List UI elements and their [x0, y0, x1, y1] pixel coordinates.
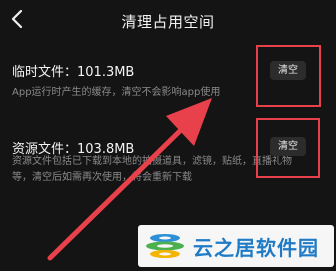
watermark: 云之居软件园 — [138, 225, 334, 267]
watermark-logo-icon — [146, 234, 184, 258]
watermark-text: 云之居软件园 — [193, 236, 319, 260]
screen: 清理占用空间 临时文件：101.3MB App运行时产生的缓存，清空不会影响ap… — [0, 0, 336, 271]
